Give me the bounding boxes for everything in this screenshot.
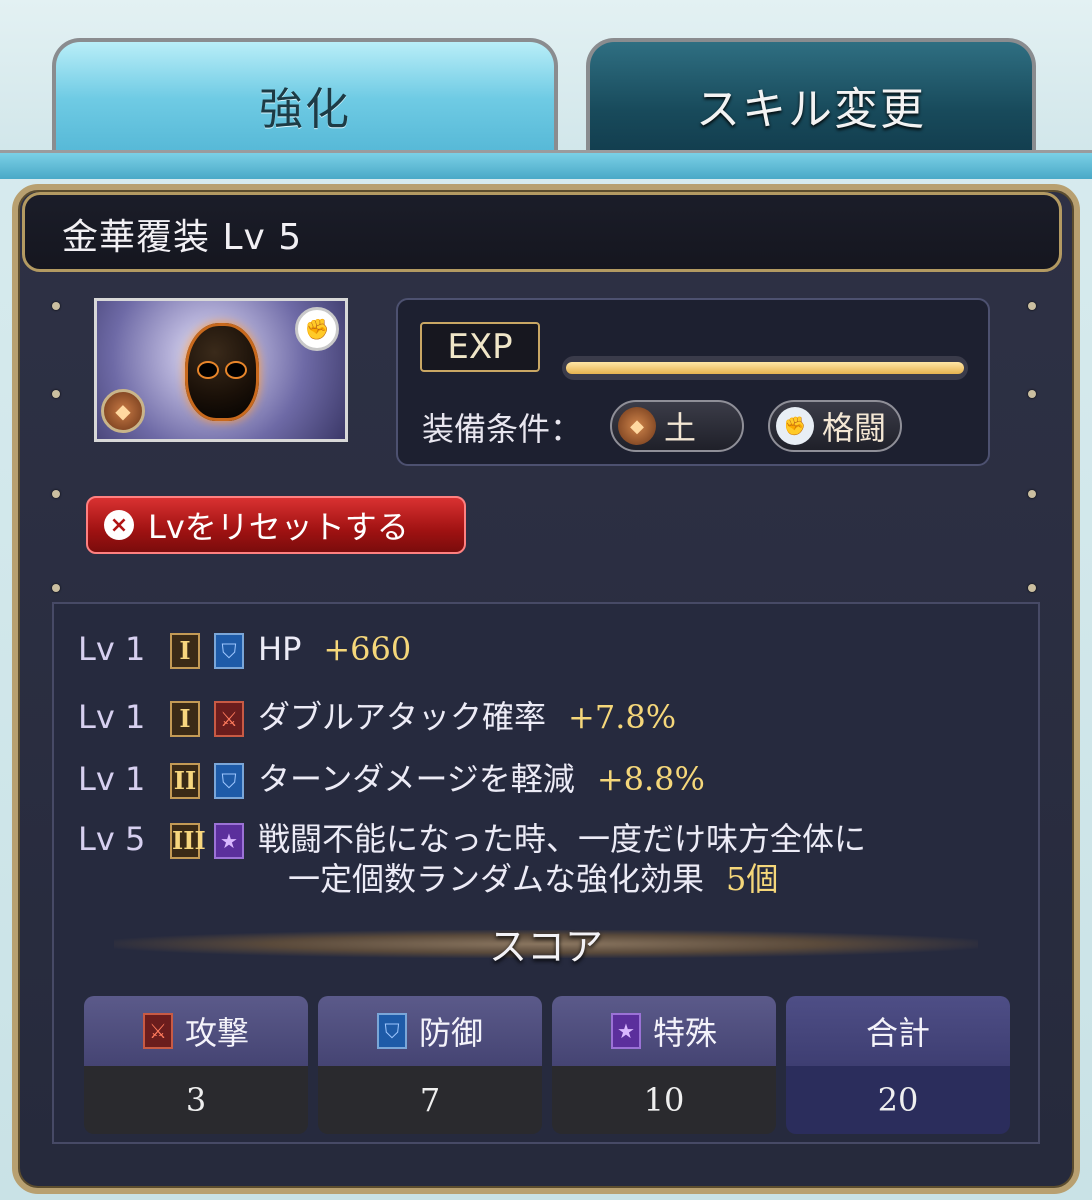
skill-value: +7.8% (568, 698, 677, 736)
skill-level: Lv 5 (78, 820, 146, 858)
rank-badge: III (170, 823, 206, 859)
rivet (1028, 490, 1036, 498)
rank-badge: I (170, 633, 200, 669)
score-defense-header: ⛉ 防御 (318, 996, 542, 1066)
score-special: ★ 特殊 10 (552, 996, 776, 1134)
gauntlet-icon: ✊ (776, 407, 814, 445)
skill-level: Lv 1 (78, 760, 146, 798)
rivet (52, 584, 60, 592)
earth-element-icon: ◆ (618, 407, 656, 445)
mask-eye (227, 363, 245, 377)
star-icon: ★ (610, 1013, 641, 1049)
shield-icon: ⛉ (376, 1013, 407, 1049)
skill-row-continued: 一定個数ランダムな強化効果 5個 (288, 854, 778, 900)
skill-row: Lv 1 I ⛉ HP +660 (78, 630, 411, 669)
gauntlet-icon: ✊ (295, 307, 339, 351)
skill-name-line1: 戦闘不能になった時、一度だけ味方全体に (258, 820, 867, 858)
reset-lv-label: Lvをリセットする (148, 508, 409, 546)
score-defense: ⛉ 防御 7 (318, 996, 542, 1134)
skill-value: +8.8% (596, 760, 705, 798)
tab-enhance[interactable]: 強化 (52, 38, 558, 168)
score-defense-label: 防御 (418, 1014, 483, 1052)
score-attack-label: 攻撃 (184, 1014, 249, 1052)
rivet (1028, 584, 1036, 592)
crossed-swords-icon: ⚔ (142, 1013, 173, 1049)
score-attack-header: ⚔ 攻撃 (84, 996, 308, 1066)
rivet (52, 302, 60, 310)
reset-lv-button[interactable]: × Lvをリセットする (86, 496, 466, 554)
rivet (52, 490, 60, 498)
exp-bar-fill (566, 362, 964, 374)
item-thumbnail[interactable]: ✊ ◆ (94, 298, 348, 442)
score-special-header: ★ 特殊 (552, 996, 776, 1066)
tab-skill-change[interactable]: スキル変更 (586, 38, 1036, 168)
skull-mask-image (185, 323, 259, 421)
close-icon: × (104, 510, 134, 540)
rank-badge: I (170, 701, 200, 737)
skill-row: Lv 1 II ⛉ ターンダメージを軽減 +8.8% (78, 754, 705, 800)
star-icon: ★ (214, 823, 244, 859)
earth-element-icon: ◆ (101, 389, 145, 433)
equip-condition-label: 装備条件： (422, 410, 583, 448)
equip-element-pill: ◆ 土 (610, 400, 744, 452)
score-special-value: 10 (552, 1066, 776, 1134)
shield-icon: ⛉ (214, 633, 244, 669)
score-total-header: 合計 (786, 996, 1010, 1066)
skill-name: ダブルアタック確率 (258, 698, 547, 736)
score-total: 合計 20 (786, 996, 1010, 1134)
skill-value: +660 (323, 630, 412, 668)
rivet (52, 390, 60, 398)
skill-value: 5個 (726, 860, 779, 898)
equip-weapon-pill: ✊ 格闘 (768, 400, 902, 452)
crossed-swords-icon: ⚔ (214, 701, 244, 737)
score-special-label: 特殊 (652, 1014, 717, 1052)
score-title: スコア (488, 925, 603, 969)
tab-underline (0, 150, 1092, 179)
score-attack-value: 3 (84, 1066, 308, 1134)
score-defense-value: 7 (318, 1066, 542, 1134)
exp-label: EXP (420, 322, 540, 372)
skill-name-line2: 一定個数ランダムな強化効果 (288, 860, 705, 898)
skill-level: Lv 1 (78, 630, 146, 668)
rivet (1028, 390, 1036, 398)
skill-row: Lv 1 I ⚔ ダブルアタック確率 +7.8% (78, 692, 676, 738)
score-attack: ⚔ 攻撃 3 (84, 996, 308, 1134)
score-total-value: 20 (786, 1066, 1010, 1134)
mask-eye (199, 363, 217, 377)
score-total-label: 合計 (865, 1014, 930, 1052)
rank-badge: II (170, 763, 200, 799)
equip-element-label: 土 (664, 409, 697, 447)
skill-name: HP (258, 630, 302, 668)
equip-weapon-label: 格闘 (822, 409, 887, 447)
skill-level: Lv 1 (78, 698, 146, 736)
shield-icon: ⛉ (214, 763, 244, 799)
rivet (1028, 302, 1036, 310)
item-title: 金華覆装 Lv 5 (62, 217, 303, 258)
skill-name: ターンダメージを軽減 (258, 760, 575, 798)
